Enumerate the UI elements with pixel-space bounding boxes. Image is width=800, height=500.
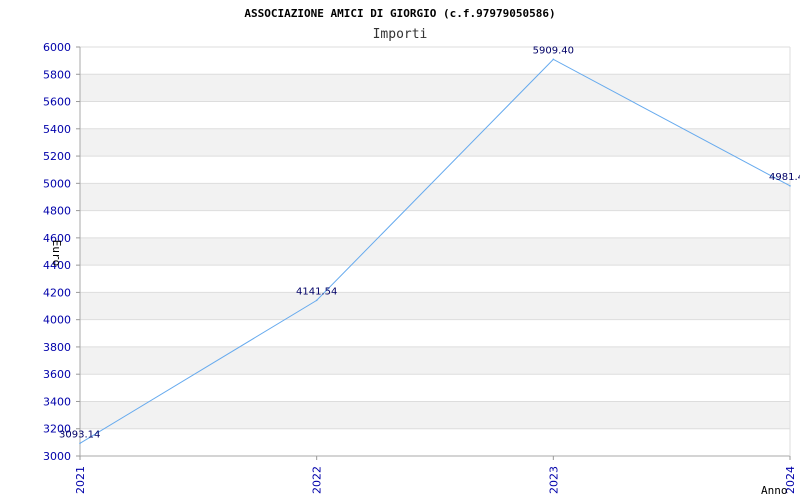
grid-band <box>80 183 790 211</box>
grid-band <box>80 265 790 293</box>
grid-band <box>80 128 790 157</box>
grid-band <box>80 74 790 102</box>
line-chart: 3000320034003600380040004200440046004800… <box>43 7 800 497</box>
y-tick-label: 5000 <box>43 177 71 190</box>
y-tick-label: 4200 <box>43 286 71 299</box>
data-point <box>315 299 318 302</box>
y-tick-label: 5400 <box>43 123 71 136</box>
x-tick-label: 2022 <box>311 466 324 494</box>
grid-bands <box>80 47 790 456</box>
y-tick-label: 4800 <box>43 205 71 218</box>
grid-band <box>80 292 790 320</box>
chart-subtitle: Importi <box>373 27 428 42</box>
y-tick-label: 5200 <box>43 150 71 163</box>
data-point <box>79 442 81 445</box>
x-axis-ticks: 2021 2022 2023 2024 <box>74 456 797 494</box>
y-tick-label: 3000 <box>43 450 71 463</box>
grid-band <box>80 428 790 456</box>
y-tick-label: 6000 <box>43 41 71 54</box>
y-tick-label: 3800 <box>43 341 71 354</box>
grid-band <box>80 319 790 347</box>
y-tick-label: 5800 <box>43 68 71 81</box>
grid-band <box>80 401 790 429</box>
data-label: 4141.54 <box>296 286 337 297</box>
y-axis-label: Euro <box>50 240 63 267</box>
data-label: 3093.14 <box>59 429 100 440</box>
y-tick-label: 5600 <box>43 96 71 109</box>
data-label: 5909.40 <box>533 45 574 56</box>
y-tick-label: 3400 <box>43 395 71 408</box>
y-tick-label: 4000 <box>43 314 71 327</box>
data-label: 4981.4 <box>769 172 800 183</box>
grid-band <box>80 47 790 75</box>
chart-title: ASSOCIAZIONE AMICI DI GIORGIO (c.f.97979… <box>244 7 555 20</box>
grid-band <box>80 101 790 129</box>
grid-band <box>80 210 790 238</box>
y-tick-label: 3600 <box>43 368 71 381</box>
x-tick-label: 2021 <box>74 466 87 494</box>
x-axis-label: Anno <box>761 484 788 497</box>
data-point <box>552 58 555 61</box>
x-tick-label: 2023 <box>547 466 560 494</box>
grid-band <box>80 374 790 402</box>
data-point <box>789 185 791 187</box>
grid-band <box>80 346 790 375</box>
grid-band <box>80 237 790 266</box>
